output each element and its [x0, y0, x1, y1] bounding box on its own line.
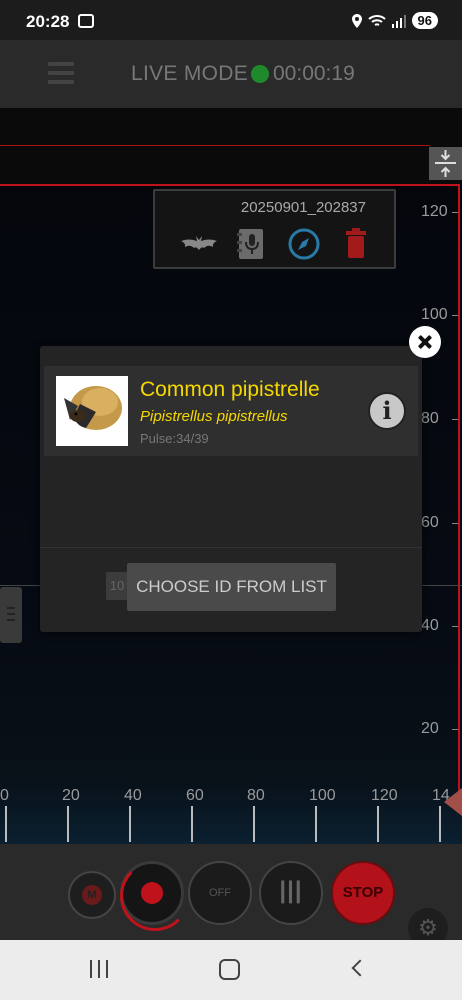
screen-capture-icon [78, 14, 94, 28]
x-axis-label: 80 [247, 787, 265, 804]
recording-timer: 00:00:19 [273, 62, 355, 85]
recording-id: 20250901_202837 [240, 199, 366, 216]
system-navigation-bar [0, 940, 462, 1000]
y-axis-label: 120 [421, 203, 448, 220]
species-common-name: Common pipistrelle [140, 378, 320, 401]
collapse-view-icon[interactable] [429, 147, 462, 180]
y-axis-tick [452, 315, 458, 316]
record-icon [141, 882, 163, 904]
species-thumbnail [56, 376, 128, 446]
x-axis-tick [129, 806, 131, 842]
notebook-microphone-icon[interactable] [235, 227, 267, 261]
x-axis-tick [191, 806, 193, 842]
pulse-count: Pulse:34/39 [140, 431, 209, 446]
x-axis-label: 40 [124, 787, 142, 804]
marker-label: M [82, 885, 102, 905]
recording-info-card: 20250901_202837 [153, 189, 396, 269]
x-axis-tick [315, 806, 317, 842]
close-dialog-icon[interactable] [409, 326, 441, 358]
dialog-divider [40, 547, 422, 548]
hamburger-menu-icon[interactable] [48, 62, 74, 84]
app-header: LIVE MODE 00:00:19 [0, 40, 462, 108]
y-axis-tick [452, 419, 458, 420]
x-axis-label: 120 [371, 787, 398, 804]
y-axis-label: 80 [421, 410, 439, 427]
pause-button[interactable]: ||| [259, 861, 323, 925]
spectrogram-top-border [0, 184, 460, 186]
y-axis-label: 100 [421, 306, 448, 323]
species-scientific-name: Pipistrellus pipistrellus [140, 408, 288, 425]
x-axis-label: 100 [309, 787, 336, 804]
pause-icon: ||| [279, 877, 303, 904]
y-axis-tick [452, 626, 458, 627]
auto-trigger-off-button[interactable]: OFF [188, 861, 252, 925]
y-axis-label: 40 [421, 617, 439, 634]
y-axis-tick [452, 212, 458, 213]
species-id-dialog: Common pipistrelle Pipistrellus pipistre… [40, 346, 422, 632]
marker-button[interactable]: M [68, 871, 116, 919]
x-axis-tick [439, 806, 441, 842]
y-axis-label: 20 [421, 720, 439, 737]
x-axis-tick [253, 806, 255, 842]
status-time: 20:28 [26, 12, 70, 31]
back-icon[interactable] [351, 959, 369, 977]
x-axis-tick [67, 806, 69, 842]
recording-actions [179, 227, 379, 261]
x-axis-label: 20 [62, 787, 80, 804]
mode-title: LIVE MODE [131, 62, 249, 85]
record-button[interactable] [120, 861, 190, 931]
signal-icon [391, 14, 406, 28]
x-axis-tick [377, 806, 379, 842]
status-icons: 96 [351, 12, 438, 29]
compass-icon[interactable] [287, 227, 321, 261]
recording-controls: M OFF ||| STOP ⚙ [0, 844, 462, 948]
y-axis-tick [452, 729, 458, 730]
playhead-marker[interactable] [444, 788, 462, 816]
x-axis-tick [5, 806, 7, 842]
side-drawer-handle[interactable] [0, 587, 22, 643]
waveform-strip [0, 108, 462, 184]
y-axis-label: 60 [421, 514, 439, 531]
wifi-icon [367, 14, 386, 26]
stop-label: STOP [342, 884, 384, 901]
stop-button[interactable]: STOP [331, 861, 395, 925]
status-bar: 20:28 96 [0, 0, 462, 40]
x-axis-label: 60 [186, 787, 204, 804]
bat-icon[interactable] [179, 227, 219, 261]
y-axis-tick [452, 523, 458, 524]
auto-trigger-off-label: OFF [209, 887, 231, 899]
live-indicator-dot [251, 65, 269, 83]
species-result-row[interactable]: Common pipistrelle Pipistrellus pipistre… [44, 366, 418, 456]
location-icon [351, 13, 362, 28]
obscured-button: 10 [106, 572, 128, 600]
x-axis-label: 0 [0, 787, 9, 804]
home-icon[interactable] [219, 959, 240, 980]
recents-icon[interactable] [90, 960, 110, 978]
time-axis: 0 20 40 60 80 100 120 14 [0, 780, 462, 844]
spectrogram-right-border [458, 184, 460, 794]
trash-icon[interactable] [343, 227, 369, 261]
waveform-line [0, 145, 430, 146]
species-info-button[interactable]: i [368, 392, 406, 430]
choose-id-from-list-button[interactable]: CHOOSE ID FROM LIST [127, 563, 336, 611]
battery-indicator: 96 [411, 12, 438, 29]
